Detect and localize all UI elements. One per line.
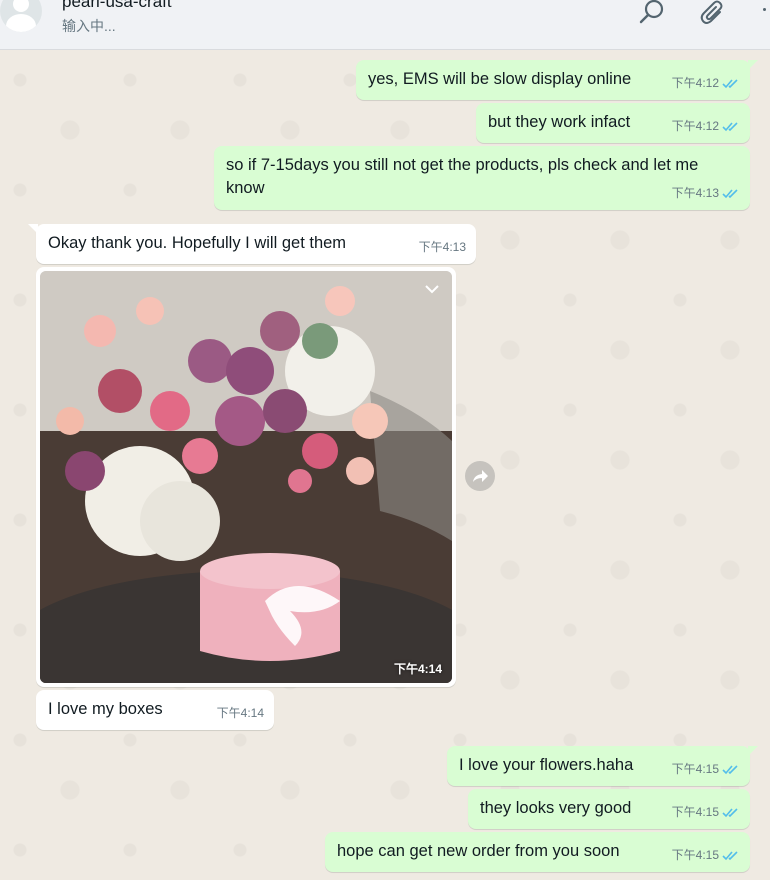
read-ticks-icon xyxy=(722,765,738,775)
flower-box-photo[interactable]: 下午4:14 xyxy=(40,271,452,683)
image-message[interactable]: 下午4:14 xyxy=(36,267,456,687)
message-text: hope can get new order from you soon xyxy=(337,842,620,860)
chat-area[interactable]: yes, EMS will be slow display online 下午4… xyxy=(0,50,770,880)
message-meta: 下午4:13 xyxy=(672,182,740,205)
flower-photo-illustration xyxy=(40,271,452,683)
message-text-line: know xyxy=(226,179,265,197)
avatar[interactable] xyxy=(0,0,42,32)
message-meta: 下午4:12 xyxy=(672,115,740,138)
attach-button[interactable] xyxy=(698,0,728,28)
message-time: 下午4:13 xyxy=(671,186,719,200)
message-time: 下午4:13 xyxy=(418,240,466,254)
message-time: 下午4:14 xyxy=(216,706,264,720)
forward-button[interactable] xyxy=(465,461,495,491)
message-bubble-outgoing[interactable]: they looks very good 下午4:15 xyxy=(468,789,750,829)
forward-icon xyxy=(473,470,488,482)
message-meta: 下午4:15 xyxy=(672,758,740,781)
read-ticks-icon xyxy=(722,189,738,199)
message-text: Okay thank you. Hopefully I will get the… xyxy=(48,234,347,252)
typing-status: 输入中... xyxy=(62,18,116,34)
message-text: they looks very good xyxy=(480,799,632,817)
message-bubble-incoming[interactable]: I love my boxes 下午4:14 xyxy=(36,690,274,730)
message-meta: 下午4:13 xyxy=(419,236,466,259)
message-bubble-outgoing[interactable]: so if 7-15days you still not get the pro… xyxy=(214,146,750,210)
read-ticks-icon xyxy=(722,808,738,818)
menu-button[interactable] xyxy=(760,8,770,18)
read-ticks-icon xyxy=(722,79,738,89)
read-ticks-icon xyxy=(722,851,738,861)
message-text-line: so if 7-15days you still not get the pro… xyxy=(226,156,699,174)
message-meta: 下午4:12 xyxy=(672,72,740,95)
message-time: 下午4:12 xyxy=(671,119,719,133)
message-time: 下午4:14 xyxy=(393,662,442,676)
paperclip-icon xyxy=(700,0,723,24)
message-bubble-outgoing[interactable]: but they work infact 下午4:12 xyxy=(476,103,750,143)
message-text: I love my boxes xyxy=(48,700,163,718)
chat-header: pearl-usa-craft 输入中... xyxy=(0,0,770,50)
search-button[interactable] xyxy=(637,0,667,28)
search-icon xyxy=(639,0,664,24)
message-bubble-incoming[interactable]: Okay thank you. Hopefully I will get the… xyxy=(28,224,476,264)
chevron-down-icon[interactable] xyxy=(422,279,442,299)
message-time: 下午4:15 xyxy=(671,848,719,862)
message-meta: 下午4:15 xyxy=(672,801,740,824)
more-vertical-icon xyxy=(763,8,766,11)
contact-name[interactable]: pearl-usa-craft xyxy=(62,0,172,12)
message-bubble-outgoing[interactable]: hope can get new order from you soon 下午4… xyxy=(325,832,750,872)
message-meta: 下午4:14 xyxy=(217,702,264,725)
message-text: but they work infact xyxy=(488,113,631,131)
message-text: yes, EMS will be slow display online xyxy=(368,70,632,88)
message-time: 下午4:15 xyxy=(671,805,719,819)
message-meta: 下午4:15 xyxy=(672,844,740,867)
message-text: so if 7-15days you still not get the pro… xyxy=(226,154,698,200)
message-time: 下午4:12 xyxy=(671,76,719,90)
message-time: 下午4:15 xyxy=(671,762,719,776)
message-bubble-outgoing[interactable]: I love your flowers.haha 下午4:15 xyxy=(447,746,758,786)
read-ticks-icon xyxy=(722,122,738,132)
message-bubble-outgoing[interactable]: yes, EMS will be slow display online 下午4… xyxy=(356,60,758,100)
message-text: I love your flowers.haha xyxy=(459,756,634,774)
